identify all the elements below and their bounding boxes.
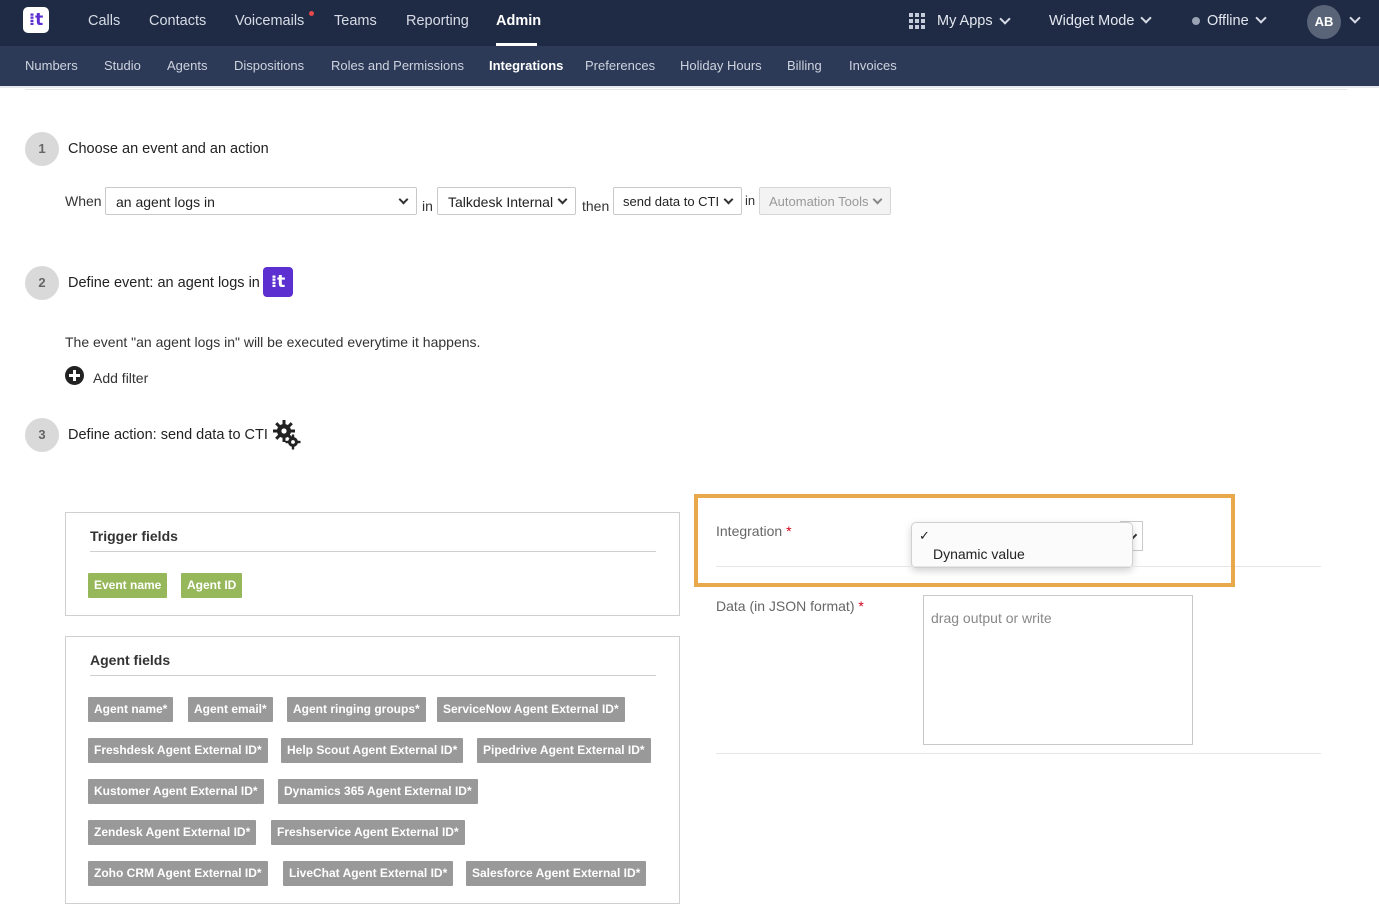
step-2-title: Define event: an agent logs in — [68, 275, 260, 291]
subnav-billing[interactable]: Billing — [787, 58, 822, 73]
field-chip[interactable]: Agent name* — [88, 697, 174, 722]
field-chip[interactable]: Agent email* — [188, 697, 273, 722]
chevron-down-icon[interactable] — [999, 13, 1011, 25]
chevron-down-icon — [723, 194, 734, 205]
widget-mode-menu[interactable]: Widget Mode — [1049, 13, 1134, 29]
action-select[interactable]: send data to CTI — [613, 187, 742, 215]
agent-fields-panel: Agent fields Agent name* Agent email* Ag… — [65, 636, 680, 904]
event-source-select[interactable]: Talkdesk Internal — [437, 187, 576, 215]
required-mark: * — [858, 598, 864, 614]
field-chip[interactable]: Zendesk Agent External ID* — [88, 820, 257, 845]
field-chip[interactable]: Zoho CRM Agent External ID* — [88, 861, 268, 886]
field-chip[interactable]: Agent ringing groups* — [287, 697, 426, 722]
data-json-label: Data (in JSON format) * — [716, 598, 864, 614]
subnav-holiday-hours[interactable]: Holiday Hours — [680, 58, 762, 73]
nav-calls[interactable]: Calls — [88, 13, 120, 29]
gears-icon — [273, 420, 301, 450]
field-chip[interactable]: Salesforce Agent External ID* — [466, 861, 647, 886]
field-chip[interactable]: Kustomer Agent External ID* — [88, 779, 264, 804]
action-target-select: Automation Tools — [759, 187, 891, 215]
top-navigation-bar: ⁞t Calls Contacts Voicemails Teams Repor… — [0, 0, 1379, 46]
then-label: then — [582, 198, 610, 214]
field-chip-agent-id[interactable]: Agent ID — [181, 573, 243, 598]
in-label-2: in — [745, 193, 756, 208]
subnav-dispositions[interactable]: Dispositions — [234, 58, 304, 73]
agent-fields-title: Agent fields — [90, 652, 171, 668]
step-2-number: 2 — [25, 266, 59, 300]
talkdesk-app-icon: ⁞t — [263, 267, 293, 297]
action-target-value: Automation Tools — [769, 194, 869, 209]
in-label: in — [422, 198, 433, 214]
subnav-roles-and-permissions[interactable]: Roles and Permissions — [331, 58, 464, 73]
add-filter-button[interactable]: Add filter — [93, 370, 148, 386]
voicemail-notification-dot — [309, 11, 314, 16]
chevron-down-icon[interactable] — [1255, 12, 1267, 24]
nav-contacts[interactable]: Contacts — [149, 13, 206, 29]
subnav-studio[interactable]: Studio — [104, 58, 141, 73]
field-chip[interactable]: Freshdesk Agent External ID* — [88, 738, 268, 763]
event-source-value: Talkdesk Internal — [448, 194, 554, 210]
field-chip[interactable]: LiveChat Agent External ID* — [283, 861, 454, 886]
agent-status-menu[interactable]: Offline — [1207, 13, 1249, 29]
nav-reporting[interactable]: Reporting — [406, 13, 469, 29]
subnav-agents[interactable]: Agents — [167, 58, 207, 73]
my-apps-menu[interactable]: My Apps — [937, 13, 993, 29]
trigger-fields-panel: Trigger fields Event name Agent ID — [65, 512, 680, 616]
nav-voicemails[interactable]: Voicemails — [235, 13, 304, 29]
user-avatar[interactable]: AB — [1307, 5, 1341, 39]
field-chip[interactable]: Pipedrive Agent External ID* — [477, 738, 651, 763]
field-chip[interactable]: ServiceNow Agent External ID* — [437, 697, 625, 722]
subnav-invoices[interactable]: Invoices — [849, 58, 897, 73]
admin-subnav: Numbers Studio Agents Dispositions Roles… — [0, 46, 1379, 86]
field-chip[interactable]: Dynamics 365 Agent External ID* — [278, 779, 478, 804]
field-chip[interactable]: Freshservice Agent External ID* — [271, 820, 465, 845]
step-3-number: 3 — [25, 418, 59, 452]
chevron-down-icon[interactable] — [1349, 12, 1361, 24]
apps-grid-icon[interactable] — [909, 13, 925, 29]
data-json-textarea[interactable]: drag output or write — [923, 595, 1193, 745]
status-dot-icon — [1192, 17, 1200, 25]
chevron-down-icon — [557, 194, 568, 205]
data-json-placeholder: drag output or write — [931, 610, 1052, 626]
field-chip-event-name[interactable]: Event name — [88, 573, 168, 598]
nav-teams[interactable]: Teams — [334, 13, 377, 29]
content-divider — [25, 89, 1347, 90]
subnav-preferences[interactable]: Preferences — [585, 58, 655, 73]
event-select[interactable]: an agent logs in — [105, 187, 417, 215]
action-select-value: send data to CTI — [623, 194, 720, 209]
chevron-down-icon — [872, 194, 883, 205]
panel-divider — [90, 551, 656, 552]
subnav-integrations[interactable]: Integrations — [489, 58, 563, 73]
form-divider — [716, 753, 1321, 754]
talkdesk-logo-icon: ⁞t — [28, 10, 44, 30]
panel-divider — [90, 675, 656, 676]
nav-admin[interactable]: Admin — [496, 13, 541, 29]
event-description: The event "an agent logs in" will be exe… — [65, 334, 481, 350]
trigger-fields-title: Trigger fields — [90, 528, 178, 544]
step-1-number: 1 — [25, 132, 59, 166]
data-json-label-text: Data (in JSON format) — [716, 598, 855, 614]
subnav-numbers[interactable]: Numbers — [25, 58, 78, 73]
event-select-value: an agent logs in — [116, 194, 215, 210]
step-3-title: Define action: send data to CTI — [68, 427, 268, 443]
highlight-box — [694, 494, 1235, 587]
talkdesk-logo[interactable]: ⁞t — [23, 7, 49, 33]
subnav-shadow — [0, 86, 1379, 88]
field-chip[interactable]: Help Scout Agent External ID* — [281, 738, 464, 763]
add-circle-icon[interactable] — [65, 366, 84, 385]
step-1-title: Choose an event and an action — [68, 141, 269, 157]
chevron-down-icon — [398, 194, 409, 205]
when-label: When — [65, 193, 102, 209]
chevron-down-icon[interactable] — [1140, 12, 1152, 24]
